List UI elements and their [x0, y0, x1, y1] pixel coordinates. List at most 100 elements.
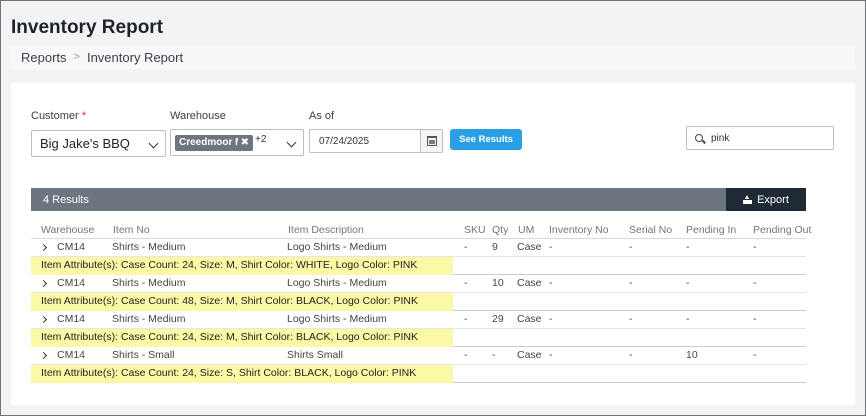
col-pending-in[interactable]: Pending In — [686, 224, 736, 236]
results-count-bar: 4 Results — [31, 188, 726, 211]
results-count: 4 Results — [43, 193, 89, 206]
attribute-row: Item Attribute(s): Case Count: 48, Size:… — [31, 293, 806, 311]
col-um[interactable]: UM — [518, 224, 534, 236]
warehouse-more-count: +2 — [255, 134, 267, 145]
chevron-down-icon — [286, 137, 297, 148]
results-table: Warehouse Item No Item Description SKU Q… — [31, 213, 811, 383]
cell-inventory-no: - — [549, 349, 553, 361]
cell-inventory-no: - — [549, 277, 553, 289]
calendar-icon — [426, 136, 437, 146]
cell-sku: - — [464, 349, 468, 361]
customer-select[interactable]: Big Jake's BBQ — [31, 130, 166, 157]
cell-description: Logo Shirts - Medium — [287, 241, 387, 253]
asof-label: As of — [309, 110, 335, 122]
customer-label-text: Customer — [31, 110, 79, 122]
expand-chevron-icon[interactable] — [39, 351, 48, 360]
cell-description: Shirts Small — [287, 349, 344, 361]
calendar-button[interactable] — [420, 130, 442, 152]
cell-serial-no: - — [629, 313, 633, 325]
col-pending-out[interactable]: Pending Out — [753, 224, 811, 236]
asof-date-value: 07/24/2025 — [319, 135, 370, 147]
attribute-row: Item Attribute(s): Case Count: 24, Size:… — [31, 365, 806, 383]
cell-item-no: Shirts - Medium — [112, 277, 186, 289]
remove-tag-icon[interactable]: ✖ — [241, 137, 249, 148]
table-row[interactable]: CM14 Shirts - Small Shirts Small - - Cas… — [31, 347, 806, 365]
table-row[interactable]: CM14 Shirts - Medium Logo Shirts - Mediu… — [31, 311, 806, 329]
report-card: Customer * Big Jake's BBQ Warehouse Cree… — [11, 83, 855, 405]
cell-um: Case — [517, 277, 542, 289]
cell-warehouse: CM14 — [57, 349, 86, 361]
cell-warehouse: CM14 — [57, 313, 86, 325]
breadcrumb-current: Inventory Report — [86, 49, 184, 65]
col-sku[interactable]: SKU — [464, 224, 486, 236]
attribute-text: Item Attribute(s): Case Count: 24, Size:… — [31, 257, 453, 275]
cell-serial-no: - — [629, 241, 633, 253]
cell-um: Case — [517, 349, 542, 361]
chevron-right-icon: > — [73, 51, 80, 63]
attribute-text: Item Attribute(s): Case Count: 24, Size:… — [31, 365, 453, 383]
warehouse-tag: Creedmoor Mc ✖ — [175, 134, 253, 151]
cell-um: Case — [517, 313, 542, 325]
cell-pending-out: - — [753, 349, 757, 361]
export-button[interactable]: Export — [726, 188, 806, 211]
cell-inventory-no: - — [549, 241, 553, 253]
cell-serial-no: - — [629, 277, 633, 289]
warehouse-tag-label: Creedmoor Mc — [179, 137, 238, 148]
warehouse-select[interactable]: Creedmoor Mc ✖ +2 — [170, 129, 304, 156]
col-serial-no[interactable]: Serial No — [629, 224, 672, 236]
table-row[interactable]: CM14 Shirts - Medium Logo Shirts - Mediu… — [31, 275, 806, 293]
customer-select-value: Big Jake's BBQ — [40, 136, 130, 151]
cell-description: Logo Shirts - Medium — [287, 277, 387, 289]
required-marker: * — [81, 110, 87, 122]
cell-um: Case — [517, 241, 542, 253]
cell-warehouse: CM14 — [57, 241, 86, 253]
customer-label: Customer * — [31, 110, 86, 122]
cell-qty: - — [492, 349, 496, 361]
cell-serial-no: - — [629, 349, 633, 361]
cell-description: Logo Shirts - Medium — [287, 313, 387, 325]
search-input[interactable]: pink — [686, 126, 834, 150]
page-title: Inventory Report — [11, 17, 164, 38]
warehouse-label: Warehouse — [170, 110, 226, 122]
export-label: Export — [757, 193, 789, 206]
col-item-description[interactable]: Item Description — [288, 224, 364, 236]
attribute-row: Item Attribute(s): Case Count: 24, Size:… — [31, 329, 806, 347]
attribute-text: Item Attribute(s): Case Count: 48, Size:… — [31, 293, 453, 311]
attribute-row: Item Attribute(s): Case Count: 24, Size:… — [31, 257, 806, 275]
cell-sku: - — [464, 313, 468, 325]
expand-chevron-icon[interactable] — [39, 243, 48, 252]
cell-sku: - — [464, 241, 468, 253]
cell-item-no: Shirts - Medium — [112, 313, 186, 325]
cell-pending-out: - — [753, 313, 757, 325]
cell-pending-out: - — [753, 241, 757, 253]
col-warehouse[interactable]: Warehouse — [41, 224, 94, 236]
asof-date-input[interactable]: 07/24/2025 — [309, 129, 443, 153]
upload-icon — [743, 195, 753, 204]
app-frame: Inventory Report Reports > Inventory Rep… — [0, 0, 866, 416]
breadcrumb-reports-link[interactable]: Reports — [21, 50, 67, 65]
cell-qty: 29 — [492, 313, 504, 325]
cell-pending-in: - — [686, 241, 690, 253]
table-row[interactable]: CM14 Shirts - Medium Logo Shirts - Mediu… — [31, 239, 806, 257]
cell-qty: 10 — [492, 277, 504, 289]
col-item-no[interactable]: Item No — [113, 224, 150, 236]
cell-warehouse: CM14 — [57, 277, 86, 289]
col-qty[interactable]: Qty — [492, 224, 508, 236]
search-input-value: pink — [711, 132, 730, 144]
search-icon — [695, 134, 703, 142]
cell-pending-in: - — [686, 313, 690, 325]
cell-item-no: Shirts - Small — [112, 349, 175, 361]
cell-sku: - — [464, 277, 468, 289]
cell-pending-in: - — [686, 277, 690, 289]
cell-pending-out: - — [753, 277, 757, 289]
cell-item-no: Shirts - Medium — [112, 241, 186, 253]
cell-inventory-no: - — [549, 313, 553, 325]
table-header: Warehouse Item No Item Description SKU Q… — [31, 213, 811, 239]
see-results-button[interactable]: See Results — [450, 129, 522, 150]
col-inventory-no[interactable]: Inventory No — [549, 224, 609, 236]
cell-qty: 9 — [492, 241, 498, 253]
cell-pending-in: 10 — [686, 349, 698, 361]
expand-chevron-icon[interactable] — [39, 315, 48, 324]
breadcrumb: Reports > Inventory Report — [11, 45, 855, 69]
expand-chevron-icon[interactable] — [39, 279, 48, 288]
